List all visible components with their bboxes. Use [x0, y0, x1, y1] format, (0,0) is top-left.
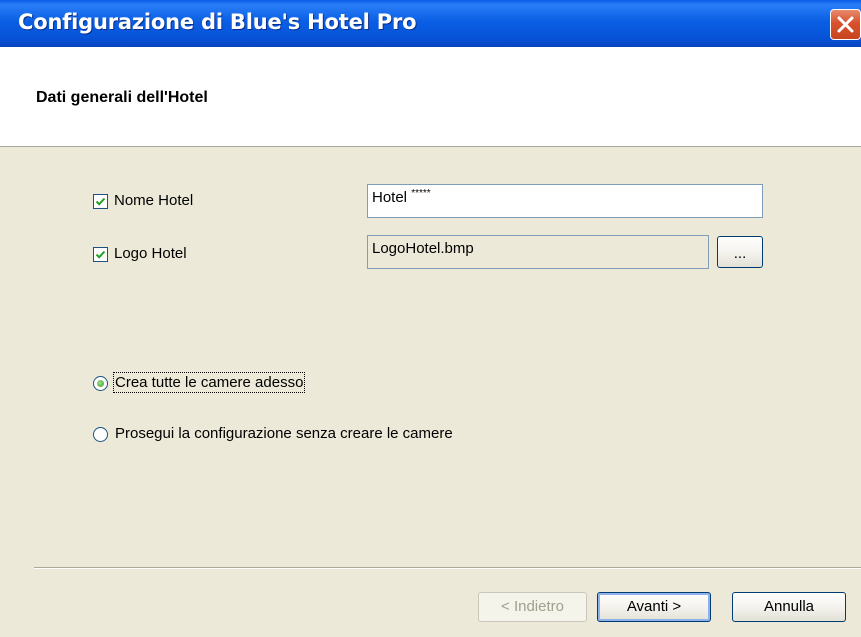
- browse-button[interactable]: ...: [717, 236, 763, 268]
- close-icon: [837, 16, 854, 33]
- continue-without-rooms-label[interactable]: Prosegui la configurazione senza creare …: [115, 425, 453, 442]
- hotel-stars: *****: [411, 188, 431, 199]
- dialog-window: Configurazione di Blue's Hotel Pro Dati …: [0, 0, 861, 637]
- hotel-name-checkbox[interactable]: [93, 194, 108, 209]
- wizard-header: Dati generali dell'Hotel: [0, 47, 861, 147]
- hotel-logo-checkbox[interactable]: [93, 247, 108, 262]
- create-rooms-now-label[interactable]: Crea tutte le camere adesso: [112, 372, 306, 393]
- hotel-logo-path-field[interactable]: LogoHotel.bmp: [367, 235, 709, 269]
- create-rooms-now-radio[interactable]: [93, 376, 108, 391]
- footer-separator: [34, 567, 861, 569]
- back-button[interactable]: < Indietro: [478, 592, 587, 622]
- checkmark-icon: [95, 250, 106, 259]
- title-bar[interactable]: Configurazione di Blue's Hotel Pro: [0, 0, 861, 47]
- next-button[interactable]: Avanti >: [597, 592, 711, 622]
- radio-selected-dot: [97, 380, 104, 387]
- hotel-logo-label[interactable]: Logo Hotel: [114, 245, 187, 262]
- close-button[interactable]: [830, 9, 861, 40]
- cancel-button[interactable]: Annulla: [732, 592, 846, 622]
- checkmark-icon: [95, 197, 106, 206]
- window-title: Configurazione di Blue's Hotel Pro: [18, 10, 417, 34]
- hotel-name-value: Hotel: [372, 189, 408, 206]
- hotel-name-input[interactable]: Hotel *****: [367, 184, 763, 218]
- page-title: Dati generali dell'Hotel: [36, 89, 208, 106]
- hotel-name-label[interactable]: Nome Hotel: [114, 192, 193, 209]
- continue-without-rooms-radio[interactable]: [93, 427, 108, 442]
